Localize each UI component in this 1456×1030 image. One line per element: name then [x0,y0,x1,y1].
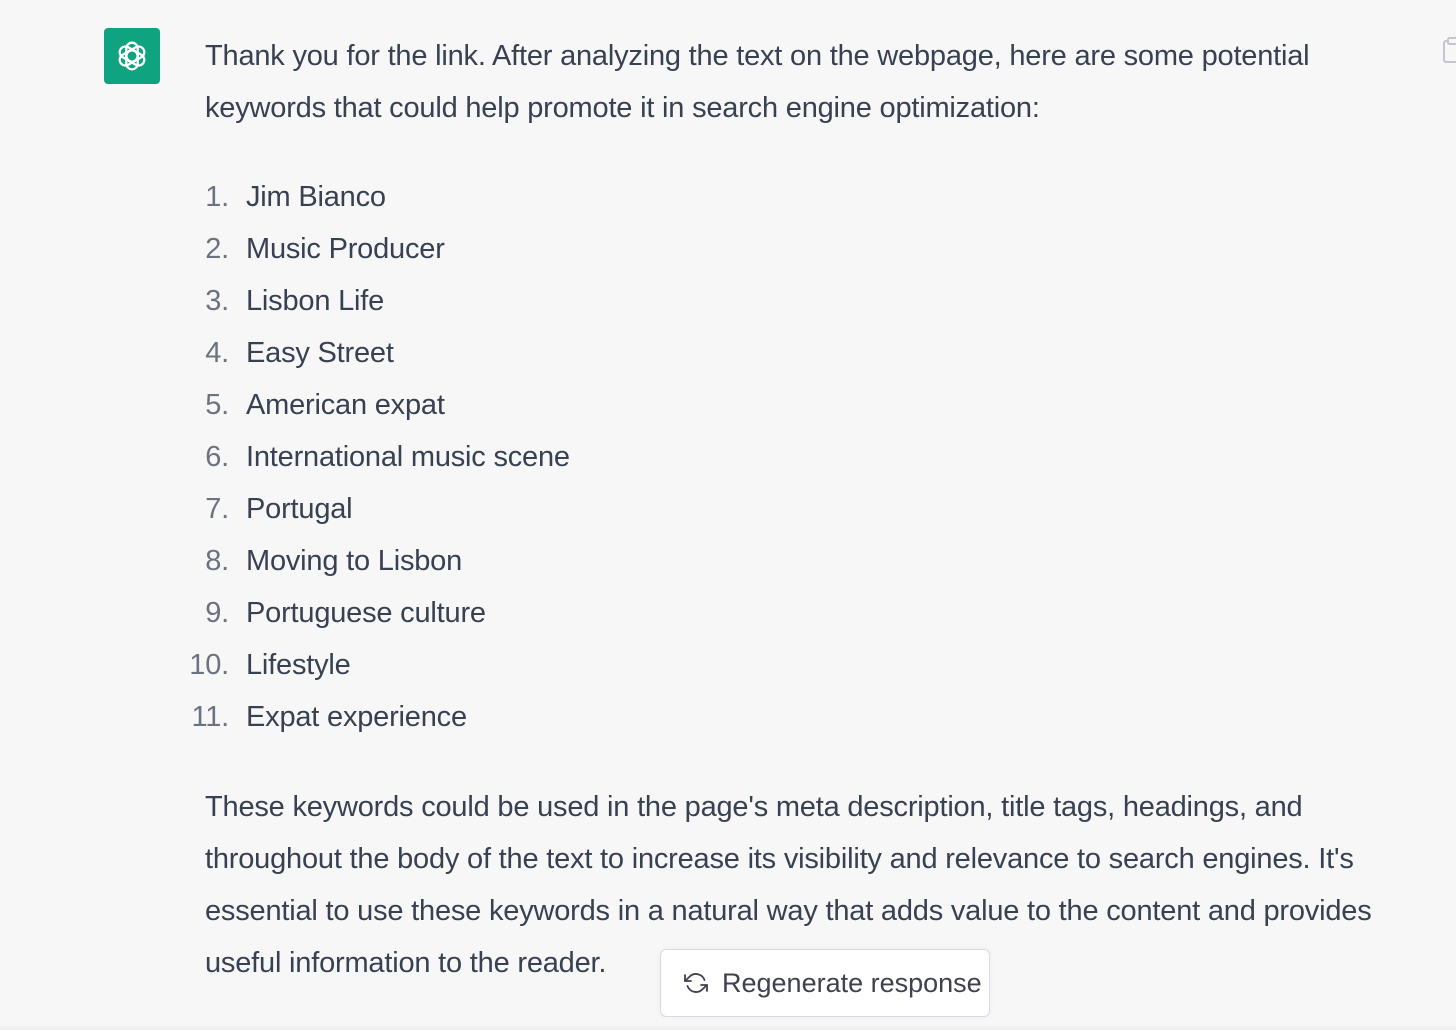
list-text: American expat [246,389,445,421]
list-number: 11. [191,701,229,733]
list-item: 4. Easy Street [205,327,570,379]
clipboard-icon [1443,37,1456,63]
list-item: 3. Lisbon Life [205,275,570,327]
assistant-avatar [104,28,160,84]
list-number: 10. [189,649,229,681]
regenerate-label: Regenerate response [722,967,982,998]
list-item: 6. International music scene [205,431,570,483]
list-item: 11. Expat experience [191,691,570,743]
list-item: 10. Lifestyle [189,639,570,691]
list-text: Music Producer [246,233,445,265]
list-text: Portugal [246,493,353,525]
list-text: Lifestyle [246,649,351,681]
list-item: 9. Portuguese culture [205,587,570,639]
list-text: Jim Bianco [246,181,386,213]
list-number: 6. [205,441,229,473]
list-number: 5. [205,389,229,421]
list-text: Expat experience [246,701,467,733]
message-intro: Thank you for the link. After analyzing … [205,40,1310,124]
list-item: 2. Music Producer [205,223,570,275]
list-number: 2. [205,233,229,265]
list-text: Moving to Lisbon [246,545,463,577]
assistant-message: Thank you for the link. After analyzing … [0,0,1456,1030]
regenerate-response-button[interactable]: Regenerate response [660,949,990,1017]
list-item: 1. Jim Bianco [205,171,570,223]
list-number: 9. [205,597,229,629]
list-item: 7. Portugal [205,483,570,535]
list-text: International music scene [246,441,570,473]
list-number: 7. [205,493,229,525]
list-number: 4. [205,337,229,369]
list-item: 8. Moving to Lisbon [205,535,570,587]
list-number: 1. [205,181,229,213]
copy-button[interactable] [1440,36,1456,64]
list-text: Lisbon Life [246,285,385,317]
openai-logo-icon [118,41,146,71]
list-number: 8. [205,545,229,577]
list-text: Portuguese culture [246,597,486,629]
bottom-divider [0,1024,1456,1030]
refresh-icon [683,970,709,996]
keyword-list: 1. Jim Bianco 2. Music Producer 3. Lisbon L… [189,171,570,743]
list-number: 3. [205,285,229,317]
list-item: 5. American expat [205,379,570,431]
list-text: Easy Street [246,337,394,369]
